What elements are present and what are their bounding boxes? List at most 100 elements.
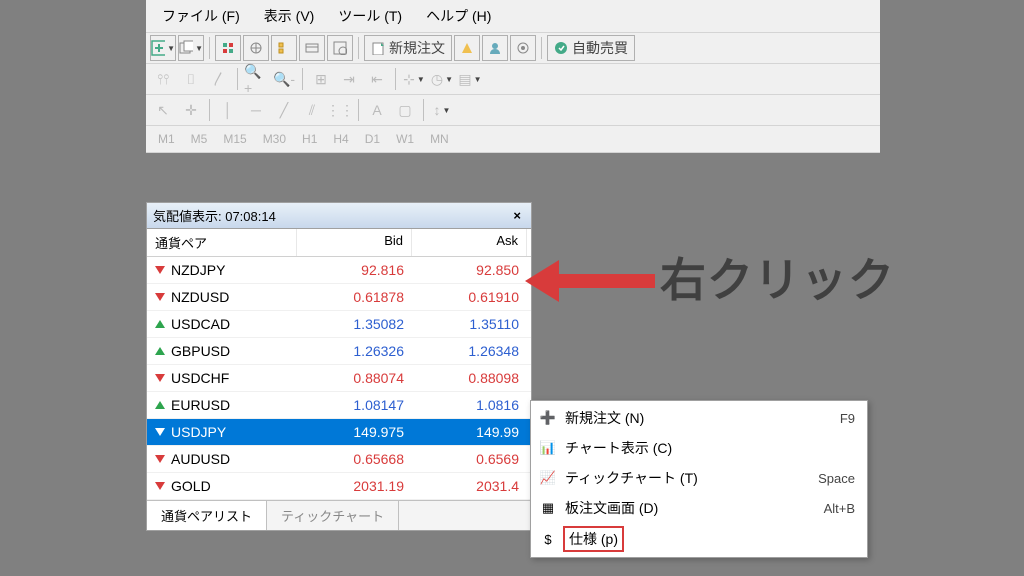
- header-symbol[interactable]: 通貨ペア: [147, 229, 297, 256]
- menu-view[interactable]: 表示 (V): [252, 2, 327, 30]
- market-watch-toggle-icon[interactable]: [215, 35, 241, 61]
- menu-tools[interactable]: ツール (T): [326, 2, 414, 30]
- shift-icon[interactable]: ⇥: [336, 66, 362, 92]
- tab-symbol-list[interactable]: 通貨ペアリスト: [147, 501, 267, 530]
- context-item-shortcut: F9: [840, 411, 855, 426]
- bid-cell: 0.61878: [297, 284, 412, 310]
- app-window: ファイル (F) 表示 (V) ツール (T) ヘルプ (H) ▼ ▼ 新規注文…: [146, 0, 880, 153]
- register-icon[interactable]: [482, 35, 508, 61]
- timeframe-m15[interactable]: M15: [219, 130, 250, 148]
- menubar: ファイル (F) 表示 (V) ツール (T) ヘルプ (H): [146, 0, 880, 33]
- market-watch-header: 通貨ペア Bid Ask: [147, 229, 531, 257]
- bid-cell: 149.975: [297, 419, 412, 445]
- context-item-icon: ➕: [537, 409, 559, 427]
- timeframe-mn[interactable]: MN: [426, 130, 453, 148]
- separator: [395, 68, 396, 90]
- candle-chart-icon[interactable]: ⌷: [178, 66, 204, 92]
- symbol-name: NZDUSD: [171, 289, 229, 305]
- context-menu-item[interactable]: 📈ティックチャート (T)Space: [533, 463, 865, 493]
- menu-file[interactable]: ファイル (F): [150, 2, 252, 30]
- symbol-row[interactable]: USDCAD1.350821.35110: [147, 311, 531, 338]
- timeframe-w1[interactable]: W1: [392, 130, 418, 148]
- timeframe-d1[interactable]: D1: [361, 130, 384, 148]
- signal-icon[interactable]: [510, 35, 536, 61]
- context-menu-item[interactable]: ➕ 新規注文 (N)F9: [533, 403, 865, 433]
- symbol-row[interactable]: NZDUSD0.618780.61910: [147, 284, 531, 311]
- line-chart-icon[interactable]: 〳: [206, 66, 232, 92]
- scroll-icon[interactable]: ⇤: [364, 66, 390, 92]
- symbol-cell: USDCHF: [147, 365, 297, 391]
- terminal-toggle-icon[interactable]: [299, 35, 325, 61]
- new-order-label: 新規注文: [389, 38, 445, 58]
- text-icon[interactable]: A: [364, 97, 390, 123]
- context-item-icon: $: [537, 530, 559, 548]
- timeframe-h1[interactable]: H1: [298, 130, 321, 148]
- symbol-row[interactable]: GBPUSD1.263261.26348: [147, 338, 531, 365]
- symbol-row[interactable]: USDJPY149.975149.99: [147, 419, 531, 446]
- bid-cell: 1.35082: [297, 311, 412, 337]
- timeframe-m30[interactable]: M30: [259, 130, 290, 148]
- symbol-row[interactable]: USDCHF0.880740.88098: [147, 365, 531, 392]
- direction-down-icon: [155, 266, 165, 274]
- zoom-out-icon[interactable]: 🔍-: [271, 66, 297, 92]
- symbol-row[interactable]: GOLD2031.192031.4: [147, 473, 531, 500]
- timeframe-m1[interactable]: M1: [154, 130, 179, 148]
- context-item-shortcut: Alt+B: [824, 501, 855, 516]
- bid-cell: 0.88074: [297, 365, 412, 391]
- symbol-cell: GOLD: [147, 473, 297, 499]
- context-menu-item[interactable]: $ 仕様 (p): [533, 523, 865, 555]
- context-item-label: ティックチャート (T): [565, 468, 818, 488]
- toolbar-timeframes: M1 M5 M15 M30 H1 H4 D1 W1 MN: [146, 126, 880, 153]
- header-ask[interactable]: Ask: [412, 229, 527, 256]
- metaquotes-icon[interactable]: [454, 35, 480, 61]
- direction-down-icon: [155, 374, 165, 382]
- crosshair-icon[interactable]: ✛: [178, 97, 204, 123]
- ask-cell: 149.99: [412, 419, 527, 445]
- cursor-icon[interactable]: ↖: [150, 97, 176, 123]
- timeframe-h4[interactable]: H4: [329, 130, 352, 148]
- symbol-name: NZDJPY: [171, 262, 225, 278]
- menu-help[interactable]: ヘルプ (H): [414, 2, 503, 30]
- strategy-tester-icon[interactable]: [327, 35, 353, 61]
- templates-icon[interactable]: ▤▼: [457, 66, 483, 92]
- channel-icon[interactable]: ⫽: [299, 97, 325, 123]
- ask-cell: 1.0816: [412, 392, 527, 418]
- market-watch-title: 気配値表示: 07:08:14: [153, 206, 276, 225]
- context-item-label: チャート表示 (C): [565, 438, 855, 458]
- navigator-toggle-icon[interactable]: [271, 35, 297, 61]
- market-watch-title-bar[interactable]: 気配値表示: 07:08:14 ×: [147, 203, 531, 229]
- context-menu-item[interactable]: ▦板注文画面 (D)Alt+B: [533, 493, 865, 523]
- header-bid[interactable]: Bid: [297, 229, 412, 256]
- fib-icon[interactable]: ⋮⋮: [327, 97, 353, 123]
- vline-icon[interactable]: │: [215, 97, 241, 123]
- auto-trade-button[interactable]: 自動売買: [547, 35, 635, 61]
- profile-icon[interactable]: ▼: [178, 35, 204, 61]
- chart-toggle-icon[interactable]: [243, 35, 269, 61]
- hline-icon[interactable]: ─: [243, 97, 269, 123]
- context-menu-item[interactable]: 📊チャート表示 (C): [533, 433, 865, 463]
- symbol-row[interactable]: EURUSD1.081471.0816: [147, 392, 531, 419]
- symbol-row[interactable]: NZDJPY92.81692.850: [147, 257, 531, 284]
- tile-icon[interactable]: ⊞: [308, 66, 334, 92]
- label-icon[interactable]: ▢: [392, 97, 418, 123]
- ask-cell: 0.88098: [412, 365, 527, 391]
- zoom-in-icon[interactable]: 🔍+: [243, 66, 269, 92]
- trendline-icon[interactable]: ╱: [271, 97, 297, 123]
- indicators-icon[interactable]: ⊹▼: [401, 66, 427, 92]
- periods-icon[interactable]: ◷▼: [429, 66, 455, 92]
- close-icon[interactable]: ×: [509, 208, 525, 223]
- symbol-row[interactable]: AUDUSD0.656680.6569: [147, 446, 531, 473]
- symbol-cell: GBPUSD: [147, 338, 297, 364]
- new-chart-icon[interactable]: ▼: [150, 35, 176, 61]
- ask-cell: 0.6569: [412, 446, 527, 472]
- context-item-label: 新規注文 (N): [565, 408, 840, 428]
- context-item-label: 仕様 (p): [565, 528, 622, 550]
- new-order-button[interactable]: 新規注文: [364, 35, 452, 61]
- bar-chart-icon[interactable]: ⫯⫯: [150, 66, 176, 92]
- annotation-arrow: [525, 260, 655, 300]
- tab-tick-chart[interactable]: ティックチャート: [267, 501, 399, 530]
- separator: [358, 37, 359, 59]
- symbol-cell: USDJPY: [147, 419, 297, 445]
- timeframe-m5[interactable]: M5: [187, 130, 212, 148]
- arrows-icon[interactable]: ↕▼: [429, 97, 455, 123]
